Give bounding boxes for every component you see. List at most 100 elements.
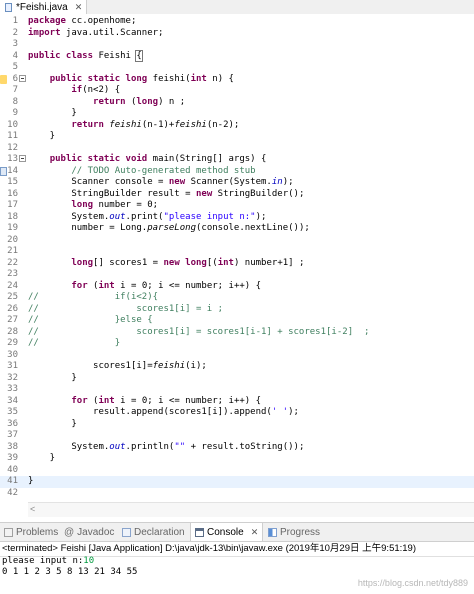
tab-progress-label: Progress <box>280 526 321 538</box>
code-line[interactable]: 22 long[] scores1 = new long[(int) numbe… <box>0 258 474 270</box>
code-text: } <box>28 131 56 141</box>
line-number: 12 <box>7 142 18 153</box>
code-line[interactable]: 12 <box>0 143 474 155</box>
code-line[interactable]: 1 package cc.openhome; <box>0 16 474 28</box>
line-number: 16 <box>7 188 18 199</box>
code-line[interactable]: 30 <box>0 350 474 362</box>
code-line[interactable]: 32 } <box>0 373 474 385</box>
line-number: 15 <box>7 177 18 187</box>
fold-toggle-icon[interactable] <box>19 155 26 162</box>
code-line[interactable]: 36 } <box>0 419 474 431</box>
code-line[interactable]: 41} <box>0 476 474 488</box>
line-number: 21 <box>7 246 18 256</box>
line-number: 31 <box>7 361 18 371</box>
code-text: package cc.openhome; <box>28 16 137 26</box>
code-text: for (int i = 0; i <= number; i++) { <box>71 395 262 406</box>
code-line[interactable]: 9 } <box>0 108 474 120</box>
progress-icon <box>268 527 277 537</box>
code-line[interactable]: 28 // scores1[i] = scores1[i-1] + scores1… <box>0 327 474 339</box>
code-line[interactable]: 27 // }else { <box>0 315 474 327</box>
tab-javadoc[interactable]: @ Javadoc <box>64 523 114 541</box>
fold-toggle-icon[interactable] <box>19 74 26 82</box>
code-text: // if(i<2){ <box>28 292 159 302</box>
line-number: 5 <box>12 62 18 72</box>
tab-progress[interactable]: Progress <box>268 523 320 541</box>
code-text: // }else { <box>28 315 153 325</box>
line-number: 42 <box>7 487 18 498</box>
line-number: 22 <box>7 257 18 268</box>
code-line[interactable]: 21 <box>0 246 474 258</box>
editor-tab-title: *Feishi.java <box>16 1 68 13</box>
code-line[interactable]: 14 // TODO Auto-generated method stub <box>0 166 474 178</box>
tab-problems[interactable]: Problems <box>4 523 58 541</box>
line-number: 39 <box>7 453 18 463</box>
code-line[interactable]: 10 return feishi(n-1)+feishi(n-2); <box>0 120 474 132</box>
override-marker-icon[interactable] <box>0 74 7 84</box>
code-line[interactable]: 33 <box>0 384 474 396</box>
code-line[interactable]: 42 <box>0 488 474 500</box>
line-number: 29 <box>7 338 18 348</box>
tab-console[interactable]: Console ✕ <box>190 523 264 541</box>
code-line[interactable]: 38 System.out.println("" + result.toStri… <box>0 442 474 454</box>
line-number: 7 <box>12 85 18 95</box>
editor-tab-feishi[interactable]: *Feishi.java ✕ <box>0 0 88 14</box>
code-text: // TODO Auto-generated method stub <box>71 165 256 176</box>
code-text: } <box>28 453 56 463</box>
task-marker-icon[interactable] <box>0 166 7 176</box>
console-user-input: 10 <box>83 556 95 566</box>
code-text: public class Feishi { <box>28 49 143 62</box>
code-line[interactable]: 7 if(n<2) { <box>0 85 474 97</box>
code-line[interactable]: 19 number = Long.parseLong(console.nextL… <box>0 223 474 235</box>
code-line[interactable]: 29 // } <box>0 338 474 350</box>
code-text: number = Long.parseLong(console.nextLine… <box>28 223 310 233</box>
code-line[interactable]: 20 <box>0 235 474 247</box>
code-text: scores1[i]=feishi(i); <box>28 361 207 371</box>
code-line[interactable]: 16 StringBuilder result = new StringBuil… <box>0 189 474 201</box>
code-editor[interactable]: 1 package cc.openhome; 2 import java.util.S… <box>0 14 474 517</box>
tab-declaration[interactable]: Declaration <box>122 523 185 541</box>
code-text: } <box>28 372 77 383</box>
code-text: for (int i = 0; i <= number; i++) { <box>71 280 262 291</box>
code-line[interactable]: 40 <box>0 465 474 477</box>
close-icon[interactable]: ✕ <box>75 2 83 13</box>
line-number: 9 <box>12 108 18 118</box>
line-number: 2 <box>12 27 18 38</box>
problems-icon <box>4 527 13 537</box>
line-number: 37 <box>7 430 18 440</box>
code-line[interactable]: 3 <box>0 39 474 51</box>
code-line[interactable]: 25 // if(i<2){ <box>0 292 474 304</box>
code-line[interactable]: 18 System.out.print("please input n:"); <box>0 212 474 224</box>
line-number: 25 <box>7 292 18 302</box>
code-line[interactable]: 34 for (int i = 0; i <= number; i++) { <box>0 396 474 408</box>
code-line[interactable]: 39 } <box>0 453 474 465</box>
code-text: System.out.println("" + result.toString(… <box>28 441 305 452</box>
scroll-left-icon[interactable]: < <box>30 504 35 514</box>
close-icon[interactable]: ✕ <box>251 527 259 538</box>
code-line[interactable]: 37 <box>0 430 474 442</box>
code-line[interactable]: 5 <box>0 62 474 74</box>
line-number: 18 <box>7 211 18 222</box>
line-number: 1 <box>12 16 18 26</box>
code-line[interactable]: 11 } <box>0 131 474 143</box>
code-line[interactable]: 4 public class Feishi { <box>0 49 474 63</box>
line-number: 13 <box>7 154 18 164</box>
code-line[interactable]: 31 scores1[i]=feishi(i); <box>0 361 474 373</box>
line-number: 28 <box>7 326 18 337</box>
code-line[interactable]: 2 import java.util.Scanner; <box>0 28 474 40</box>
code-line[interactable]: 8 return (long) n ; <box>0 97 474 109</box>
code-line[interactable]: 26 // scores1[i] = i ; <box>0 304 474 316</box>
code-text: // scores1[i] = scores1[i-1] + scores1[i… <box>28 326 370 337</box>
line-number: 10 <box>7 119 18 130</box>
line-number: 32 <box>7 372 18 383</box>
horizontal-scrollbar[interactable]: < <box>28 502 474 517</box>
code-line[interactable]: 23 <box>0 269 474 281</box>
code-line[interactable]: 6 public static long feishi(int n) { <box>0 74 474 86</box>
code-line[interactable]: 13 public static void main(String[] args… <box>0 154 474 166</box>
code-text: public static long feishi(int n) { <box>49 73 234 84</box>
code-line[interactable]: 24 for (int i = 0; i <= number; i++) { <box>0 281 474 293</box>
code-text: return (long) n ; <box>93 96 186 107</box>
code-line[interactable]: 17 long number = 0; <box>0 200 474 212</box>
line-number: 17 <box>7 200 18 210</box>
code-line[interactable]: 15 Scanner console = new Scanner(System.… <box>0 177 474 189</box>
code-line[interactable]: 35 result.append(scores1[i]).append(' ')… <box>0 407 474 419</box>
